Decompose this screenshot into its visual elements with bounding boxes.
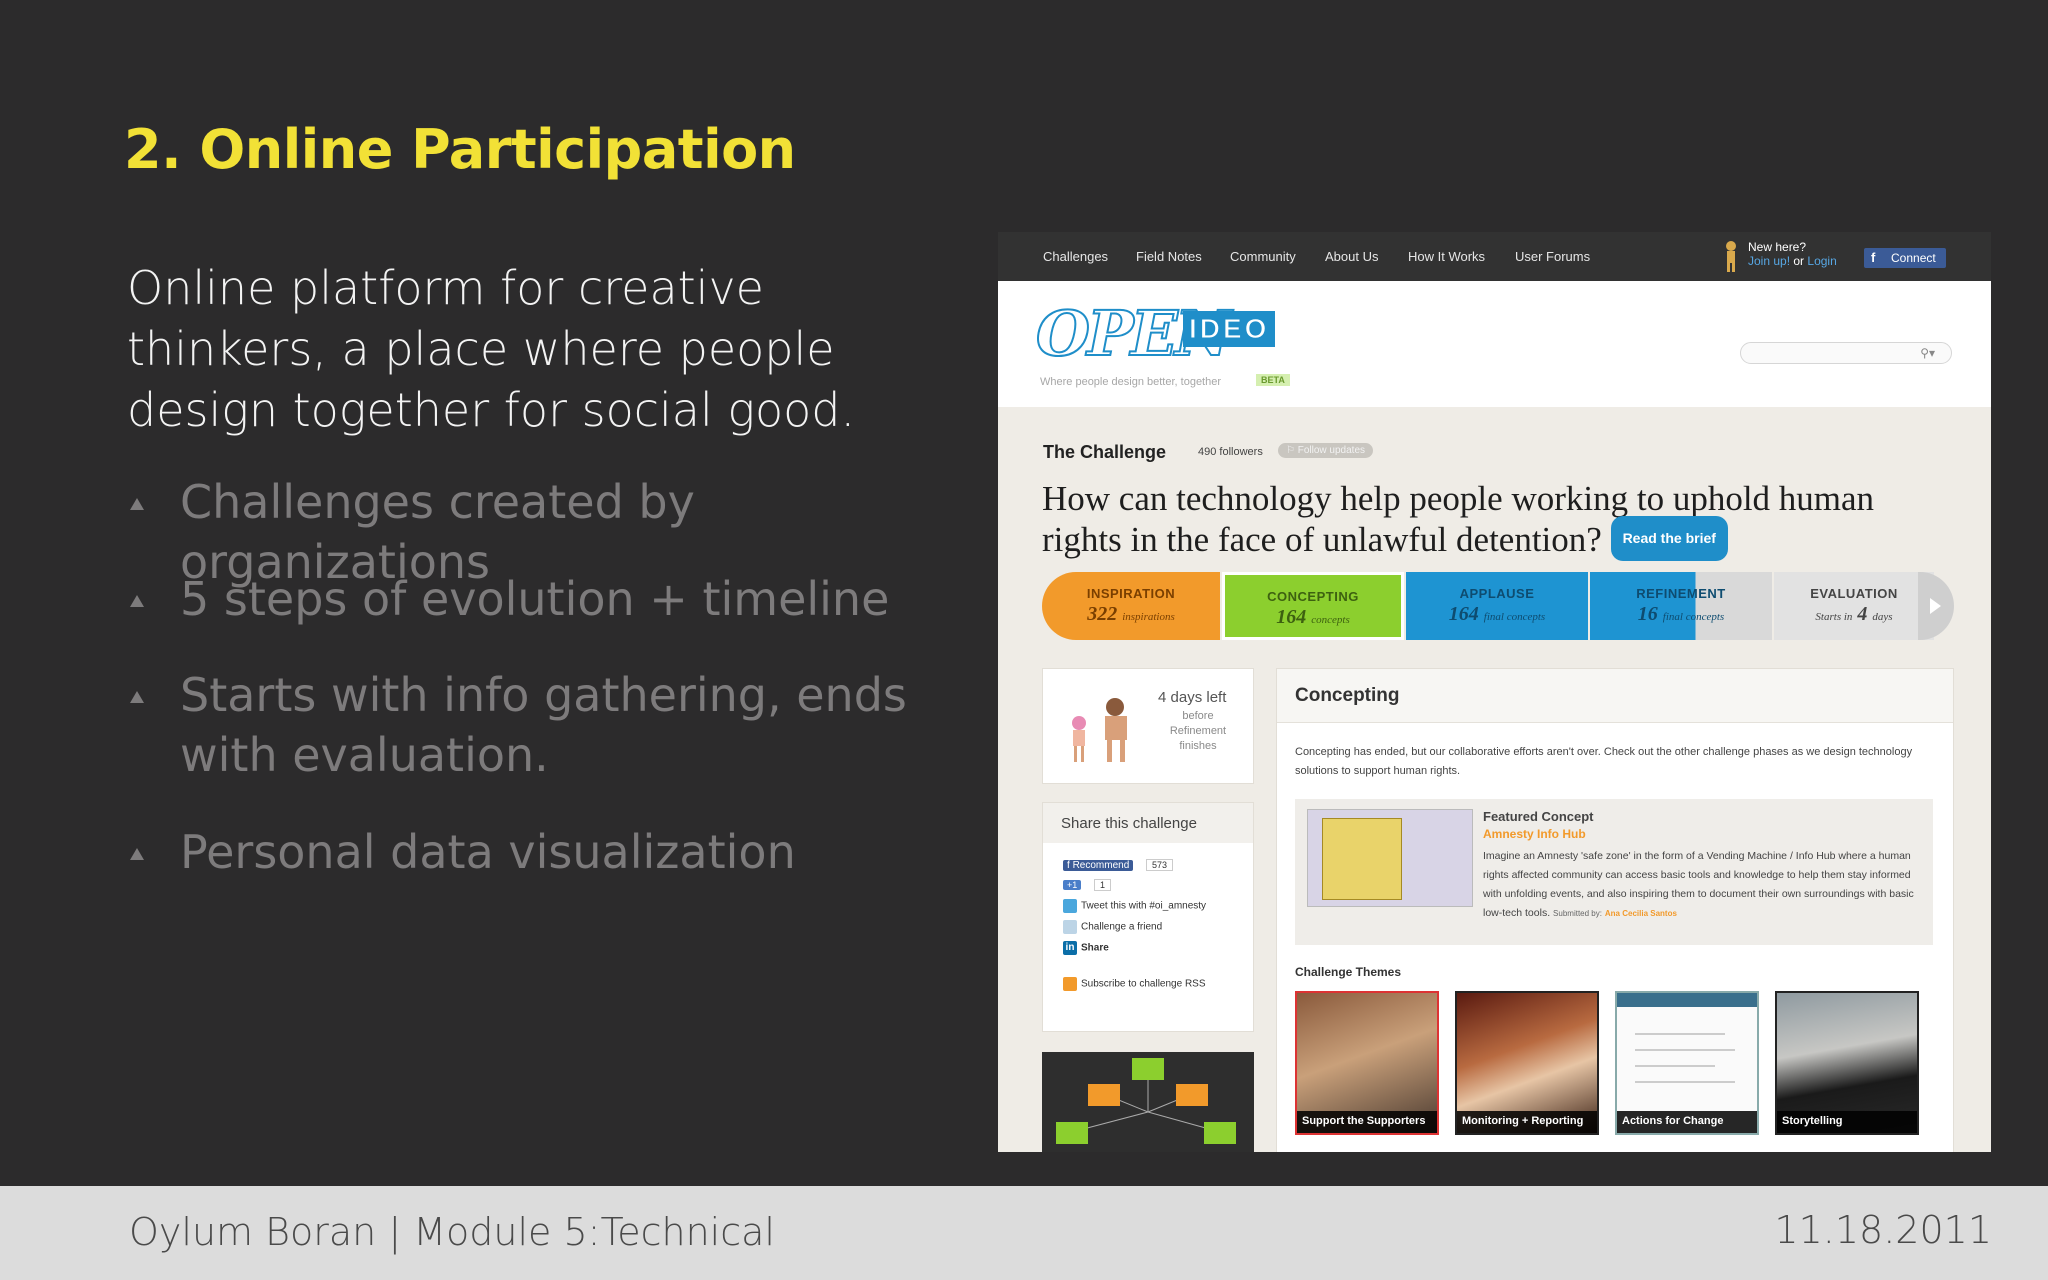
nav-how-it-works[interactable]: How It Works (1408, 249, 1485, 264)
people-illustration-icon (1072, 698, 1127, 762)
site-search-input[interactable]: ⚲▾ (1740, 342, 1952, 364)
bullet-item: 5 steps of evolution + timeline (130, 569, 889, 629)
linkedin-share-row[interactable]: in Share (1063, 941, 1109, 955)
facebook-icon: f (1871, 250, 1876, 265)
featured-concept-name[interactable]: Amnesty Info Hub (1483, 827, 1586, 841)
intro-text: Online platform for creative thinkers, a… (127, 261, 856, 437)
triangle-bullet-icon (130, 848, 144, 860)
challenge-question: How can technology help people working t… (1042, 478, 1922, 565)
theme-actions-for-change[interactable]: Actions for Change (1615, 991, 1759, 1135)
days-left-caption: before Refinement finishes (1169, 710, 1227, 752)
site-header: OPEN IDEO Where people design better, to… (998, 281, 1991, 407)
nav-challenges[interactable]: Challenges (1043, 249, 1108, 264)
featured-concept-thumbnail[interactable] (1307, 809, 1473, 907)
beta-badge: BETA (1256, 374, 1290, 386)
mascot-icon (1726, 241, 1736, 272)
author-link[interactable]: Ana Cecilia Santos (1605, 909, 1677, 918)
days-left-value: 4 days left (1158, 689, 1227, 706)
network-visualization-icon (1056, 1058, 1236, 1144)
login-link[interactable]: Login (1807, 254, 1836, 268)
site-tagline: Where people design better, together (1040, 376, 1222, 388)
facebook-recommend-button[interactable]: f Recommend (1063, 859, 1134, 871)
rss-icon (1063, 977, 1077, 991)
plus-one-button[interactable]: +1 (1063, 880, 1082, 891)
follow-updates-button[interactable]: ⚐ Follow updates (1278, 443, 1374, 458)
slide-title: 2. Online Participation (124, 118, 796, 181)
featured-concept-label: Featured Concept (1483, 809, 1594, 824)
envelope-icon (1063, 920, 1077, 934)
triangle-bullet-icon (130, 498, 144, 510)
theme-monitoring-reporting[interactable]: Monitoring + Reporting (1455, 991, 1599, 1135)
triangle-bullet-icon (130, 595, 144, 607)
linkedin-icon: in (1063, 941, 1077, 955)
featured-concept-description: Imagine an Amnesty 'safe zone' in the fo… (1483, 850, 1914, 919)
bullet-item: Personal data visualization (130, 822, 796, 882)
phase-refinement[interactable]: REFINEMENT 16 final concepts (1590, 572, 1772, 640)
concepting-card: Concepting Concepting has ended, but our… (1276, 668, 1954, 1152)
tweet-row[interactable]: Tweet this with #oi_amnesty (1063, 899, 1206, 913)
share-card: Share this challenge f Recommend 573 +1 … (1042, 802, 1254, 1032)
phase-applause[interactable]: APPLAUSE 164 final concepts (1406, 572, 1588, 640)
footer-author-module: Oylum Boran | Module 5:Technical (129, 1210, 775, 1254)
nav-user-forums[interactable]: User Forums (1515, 249, 1590, 264)
theme-storytelling[interactable]: Storytelling (1775, 991, 1919, 1135)
personal-data-visualization[interactable] (1042, 1052, 1254, 1152)
read-brief-button[interactable]: Read the brief (1610, 516, 1728, 562)
triangle-bullet-icon (130, 691, 144, 703)
openideo-screenshot: Challenges Field Notes Community About U… (998, 232, 1991, 1152)
new-here-box: New here? Join up! or Login (1748, 240, 1837, 268)
phase-evaluation[interactable]: EVALUATION Starts in 4 days (1774, 572, 1934, 640)
footer-date: 11.18.2011 (1774, 1208, 1992, 1252)
google-plus-row[interactable]: +1 1 (1063, 879, 1112, 891)
site-navbar: Challenges Field Notes Community About U… (998, 232, 1991, 281)
followers-count: 490 followers (1198, 446, 1263, 458)
openideo-logo-ideo[interactable]: IDEO (1183, 311, 1276, 347)
phase-timeline: INSPIRATION 322 inspirations CONCEPTING … (1042, 572, 1954, 640)
phase-concepting[interactable]: CONCEPTING 164 concepts (1222, 572, 1404, 640)
days-left-card: 4 days left before Refinement finishes (1042, 668, 1254, 784)
twitter-icon (1063, 899, 1077, 913)
nav-community[interactable]: Community (1230, 249, 1296, 264)
challenge-label: The Challenge (1043, 442, 1167, 462)
challenge-friend-row[interactable]: Challenge a friend (1063, 920, 1162, 934)
join-link[interactable]: Join up! (1748, 254, 1790, 268)
search-icon[interactable]: ⚲▾ (1920, 346, 1935, 360)
nav-field-notes[interactable]: Field Notes (1136, 249, 1202, 264)
featured-concept[interactable]: Featured Concept Amnesty Info Hub Imagin… (1295, 799, 1933, 945)
nav-about-us[interactable]: About Us (1325, 249, 1378, 264)
timeline-next-arrow-icon[interactable] (1918, 572, 1954, 640)
challenge-themes-title: Challenge Themes (1295, 965, 1402, 979)
facebook-connect-button[interactable]: f Connect (1864, 248, 1946, 268)
concepting-title: Concepting (1277, 669, 1953, 723)
rss-row[interactable]: Subscribe to challenge RSS (1063, 977, 1206, 991)
bullet-item: Starts with info gathering, ends with ev… (130, 665, 970, 785)
phase-inspiration[interactable]: INSPIRATION 322 inspirations (1042, 572, 1220, 640)
theme-support-the-supporters[interactable]: Support the Supporters (1295, 991, 1439, 1135)
slide-footer: Oylum Boran | Module 5:Technical 11.18.2… (0, 1186, 2048, 1280)
concepting-text: Concepting has ended, but our collaborat… (1295, 746, 1913, 777)
facebook-recommend-row[interactable]: f Recommend 573 (1063, 859, 1174, 871)
share-title: Share this challenge (1043, 803, 1253, 843)
